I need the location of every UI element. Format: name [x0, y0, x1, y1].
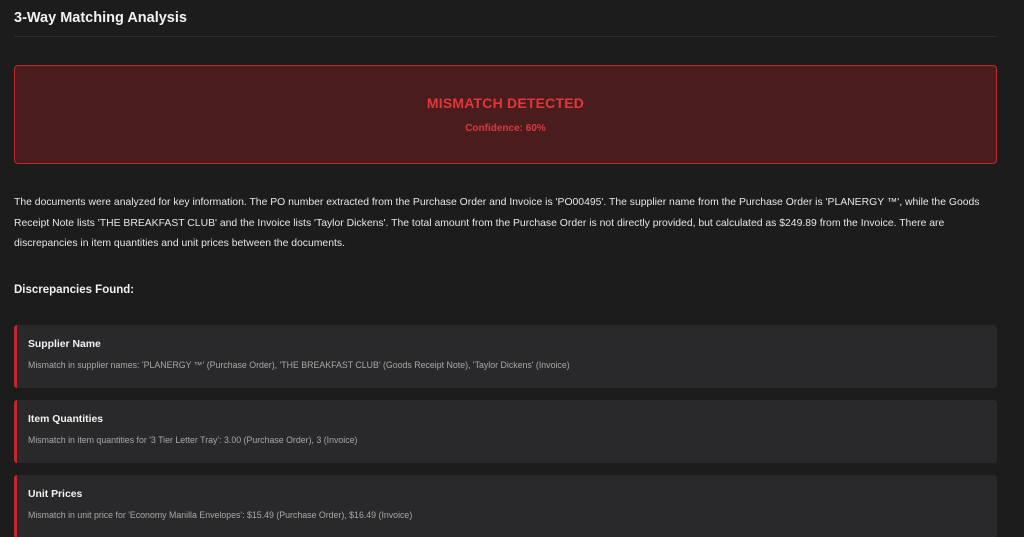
discrepancy-title: Unit Prices: [28, 489, 83, 500]
discrepancy-card-supplier-name: Supplier Name Mismatch in supplier names…: [14, 325, 997, 388]
discrepancy-detail: Mismatch in unit price for 'Economy Mani…: [28, 510, 413, 520]
discrepancy-list: Supplier Name Mismatch in supplier names…: [14, 325, 997, 537]
discrepancies-heading: Discrepancies Found:: [14, 284, 135, 296]
analysis-summary: The documents were analyzed for key info…: [14, 197, 980, 249]
discrepancy-detail: Mismatch in supplier names: 'PLANERGY ™'…: [28, 360, 570, 370]
discrepancy-card-unit-prices: Unit Prices Mismatch in unit price for '…: [14, 475, 997, 537]
page-title: 3-Way Matching Analysis: [14, 0, 997, 37]
confidence-label: Confidence: 60%: [465, 123, 546, 134]
analysis-page: 3-Way Matching Analysis MISMATCH DETECTE…: [0, 0, 1024, 537]
mismatch-status-banner: MISMATCH DETECTED Confidence: 60%: [14, 65, 997, 164]
discrepancy-detail: Mismatch in item quantities for '3 Tier …: [28, 435, 358, 445]
status-label: MISMATCH DETECTED: [426, 95, 585, 111]
discrepancy-card-item-quantities: Item Quantities Mismatch in item quantit…: [14, 400, 997, 463]
discrepancy-title: Item Quantities: [28, 414, 104, 425]
discrepancy-title: Supplier Name: [28, 339, 101, 350]
